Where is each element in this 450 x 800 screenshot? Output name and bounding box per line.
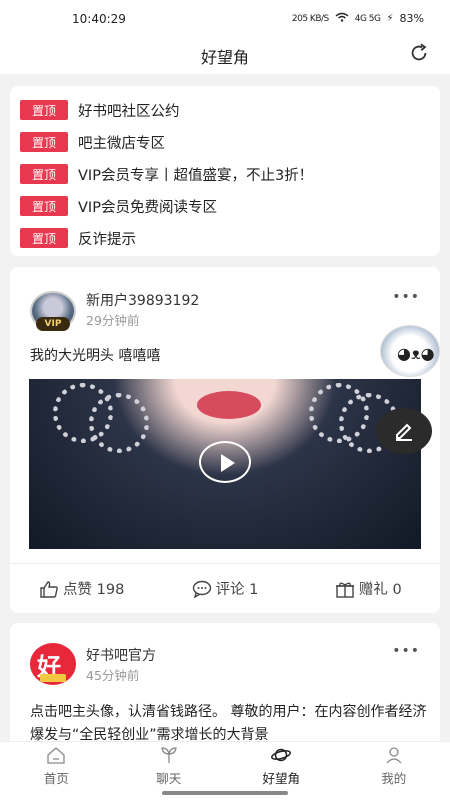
planet-icon [271, 748, 292, 762]
pinned-tag: 置顶 [20, 228, 68, 248]
wifi-icon [335, 12, 349, 25]
pinned-item-label: 好书吧社区公约 [78, 103, 180, 120]
pinned-item[interactable]: 置顶 VIP会员专享丨超值盛宴，不止3折！ [20, 158, 430, 190]
pinned-item-label: 反诈提示 [78, 231, 136, 248]
like-button[interactable]: 点赞 198 [10, 564, 153, 613]
refresh-icon[interactable] [408, 42, 430, 64]
thumbs-up-icon [40, 580, 58, 598]
sticker-face-icon: ◕ᴥ◕ [397, 344, 435, 363]
post-username[interactable]: 好书吧官方 [86, 645, 156, 665]
pinned-list: 置顶 好书吧社区公约 置顶 吧主微店专区 置顶 VIP会员专享丨超值盛宴，不止3… [10, 86, 440, 256]
page-title: 好望角 [200, 48, 249, 67]
pinned-item-label: 吧主微店专区 [78, 135, 165, 152]
avatar-ribbon [40, 674, 66, 682]
tab-home[interactable]: 首页 [0, 742, 113, 800]
comment-icon [192, 580, 211, 598]
vip-badge: VIP [36, 317, 70, 331]
sticker-image: ◕ᴥ◕ [380, 325, 440, 377]
post-actions: 点赞 198 评论 1 赠礼 0 [10, 563, 440, 613]
pinned-item[interactable]: 置顶 VIP会员免费阅读专区 [20, 190, 430, 222]
avatar[interactable]: 好 [30, 643, 76, 685]
network-speed: 205 KB/S [291, 13, 329, 24]
like-label: 点赞 198 [63, 582, 125, 598]
gift-label: 赠礼 0 [358, 582, 402, 598]
pinned-tag: 置顶 [20, 132, 68, 152]
tab-label: 首页 [43, 771, 69, 786]
post-text: 我的大光明头 嘻嘻嘻 [30, 348, 161, 364]
video-player[interactable] [29, 379, 421, 549]
pinned-tag: 置顶 [20, 164, 68, 184]
pinned-item-label: VIP会员免费阅读专区 [78, 199, 217, 216]
status-icons: 205 KB/S 4G 5G ⚡ 83% [292, 12, 424, 25]
status-bar: 10:40:29 205 KB/S 4G 5G ⚡ 83% [0, 0, 450, 38]
chat-icon [160, 747, 177, 763]
home-indicator [162, 791, 288, 795]
gift-button[interactable]: 赠礼 0 [297, 564, 440, 613]
post-time: 29分钟前 [86, 313, 140, 328]
comment-label: 评论 1 [215, 582, 259, 598]
post-username[interactable]: 新用户39893192 [86, 290, 199, 310]
profile-icon [386, 747, 402, 764]
pinned-item[interactable]: 置顶 吧主微店专区 [20, 126, 430, 158]
comment-button[interactable]: 评论 1 [153, 564, 296, 613]
video-subject [197, 391, 261, 419]
play-icon[interactable] [199, 441, 251, 483]
post-card[interactable]: VIP 新用户39893192 29分钟前 ••• 我的大光明头 嘻嘻嘻 ◕ᴥ◕… [10, 267, 440, 613]
earring-decoration [89, 393, 149, 453]
home-icon [47, 747, 65, 764]
compose-button[interactable] [376, 408, 432, 454]
post-time: 45分钟前 [86, 668, 140, 683]
charging-icon: ⚡ [386, 13, 394, 24]
battery-level: 83% [399, 12, 424, 25]
pinned-item-label: VIP会员专享丨超值盛宴，不止3折！ [78, 167, 314, 184]
tab-label: 聊天 [156, 771, 182, 786]
signal-icon: 4G 5G [354, 13, 381, 24]
more-icon[interactable]: ••• [392, 643, 420, 659]
pencil-icon [396, 423, 412, 441]
status-time: 10:40:29 [72, 12, 126, 26]
pinned-item[interactable]: 置顶 好书吧社区公约 [20, 94, 430, 126]
pinned-tag: 置顶 [20, 196, 68, 216]
pinned-item[interactable]: 置顶 反诈提示 [20, 222, 430, 254]
tab-label: 我的 [381, 771, 407, 786]
gift-icon [335, 582, 354, 598]
more-icon[interactable]: ••• [392, 289, 420, 305]
title-bar: 好望角 [0, 38, 450, 74]
tab-profile[interactable]: 我的 [338, 742, 450, 800]
pinned-tag: 置顶 [20, 100, 68, 120]
tab-label: 好望角 [262, 771, 300, 786]
